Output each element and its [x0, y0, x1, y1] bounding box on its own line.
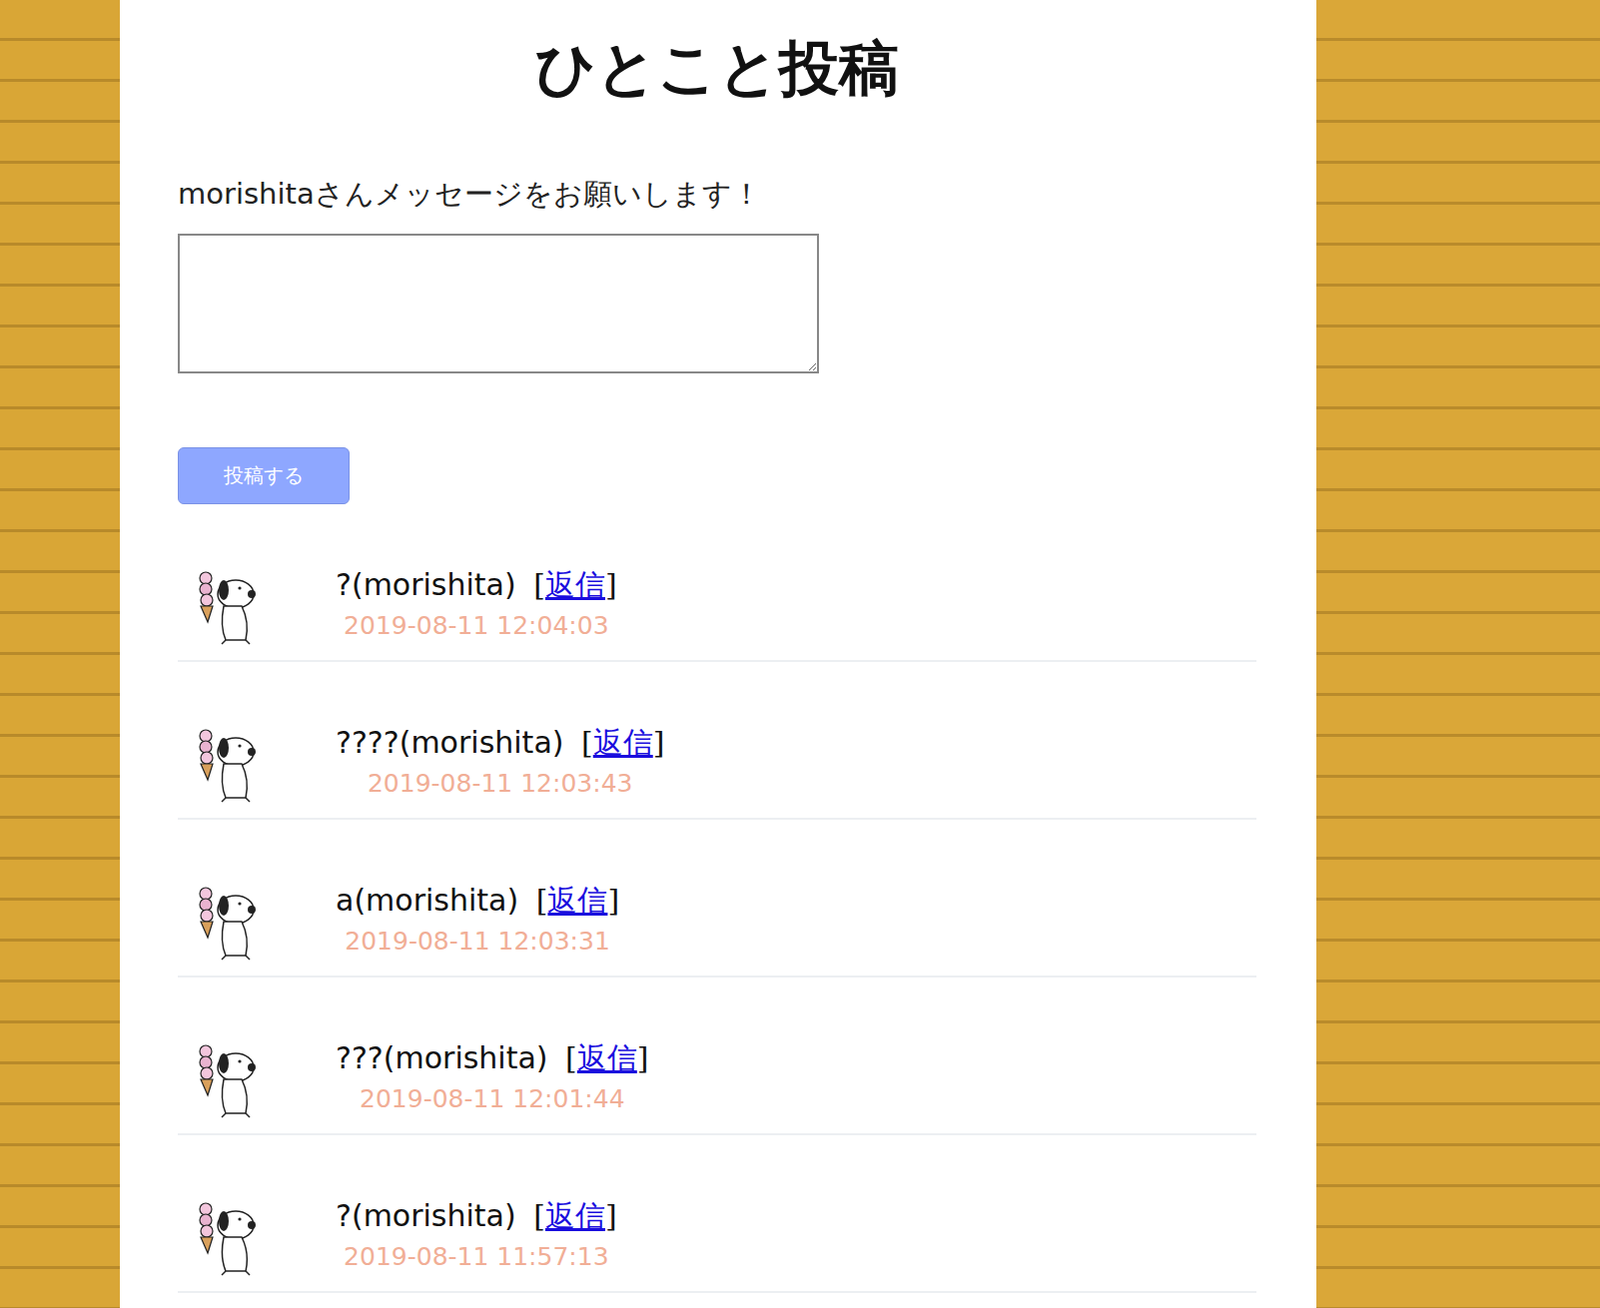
- snoopy-avatar-icon: [195, 1043, 262, 1120]
- snoopy-avatar-icon: [195, 885, 262, 962]
- main-panel: ひとこと投稿 morishitaさんメッセージをお願いします！ 投稿する ?(m…: [119, 0, 1317, 1308]
- prompt-text: morishitaさんメッセージをお願いします！: [177, 173, 1257, 214]
- reply-link[interactable]: 返信: [547, 882, 608, 918]
- reply-link[interactable]: 返信: [545, 1198, 606, 1234]
- post-item: ????(morishita) [返信] 2019-08-11 12:03:43: [177, 662, 1257, 820]
- snoopy-avatar-icon: [195, 728, 262, 804]
- post-item: ?(morishita) [返信] 2019-08-11 12:04:03: [177, 504, 1257, 663]
- post-item: ???(morishita) [返信] 2019-08-11 12:01:44: [177, 977, 1257, 1136]
- post-time: 2019-08-11 12:04:03: [343, 606, 610, 647]
- post-message: ???(morishita) [返信]: [335, 1037, 650, 1080]
- background-photo: [0, 0, 120, 1308]
- reply-link[interactable]: 返信: [593, 725, 654, 761]
- post-message: ?(morishita) [返信]: [335, 564, 618, 607]
- reply-link[interactable]: 返信: [545, 567, 606, 603]
- post-message: ????(morishita) [返信]: [335, 722, 665, 765]
- post-time: 2019-08-11 11:57:13: [343, 1237, 610, 1278]
- post-message: a(morishita) [返信]: [335, 879, 620, 922]
- post-time: 2019-08-11 12:03:43: [367, 764, 634, 804]
- post-item: ?(morishita) [返信] 2019-08-11 11:57:13: [177, 1135, 1257, 1294]
- submit-button[interactable]: 投稿する: [177, 447, 350, 505]
- post-item: a(morishita) [返信] 2019-08-11 12:03:31: [177, 819, 1257, 978]
- snoopy-avatar-icon: [195, 1201, 262, 1278]
- reply-link[interactable]: 返信: [577, 1040, 638, 1076]
- page: ひとこと投稿 morishitaさんメッセージをお願いします！ 投稿する ?(m…: [0, 0, 1600, 1308]
- post-time: 2019-08-11 12:03:31: [344, 921, 611, 962]
- snoopy-avatar-icon: [195, 570, 262, 647]
- message-input[interactable]: [177, 233, 819, 374]
- post-time: 2019-08-11 12:01:44: [359, 1079, 626, 1120]
- post-message: ?(morishita) [返信]: [335, 1195, 618, 1238]
- post-list: ?(morishita) [返信] 2019-08-11 12:04:03 ??…: [177, 504, 1257, 1294]
- background-photo: [1316, 0, 1600, 1308]
- page-title: ひとこと投稿: [177, 31, 1257, 104]
